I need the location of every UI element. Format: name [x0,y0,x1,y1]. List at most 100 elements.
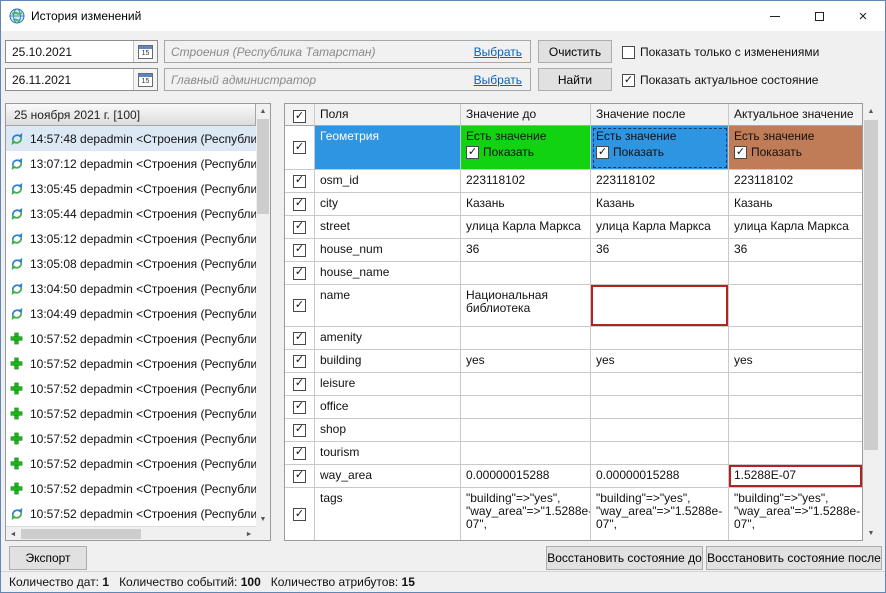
value-actual-cell[interactable] [729,262,862,285]
field-name-cell[interactable]: city [315,193,461,216]
minimize-button[interactable] [753,1,797,31]
geometry-after-cell[interactable]: Есть значение Показать [591,126,729,170]
scroll-left-icon[interactable]: ◄ [6,527,20,541]
scroll-up-icon[interactable]: ▲ [863,103,879,119]
events-date-header[interactable]: 25 ноября 2021 г. [100] [6,104,256,126]
field-name-cell[interactable]: house_num [315,239,461,262]
event-list-item[interactable]: 14:57:48 depadmin <Строения (Республика … [6,126,256,151]
event-list-item[interactable]: 13:05:44 depadmin <Строения (Республика … [6,201,256,226]
event-list-item[interactable]: 10:57:52 depadmin <Строения (Республика … [6,501,256,526]
value-actual-cell[interactable]: улица Карла Маркса [729,216,862,239]
value-after-cell[interactable]: Казань [591,193,729,216]
value-actual-cell[interactable] [729,327,862,350]
field-name-cell[interactable]: Геометрия [315,126,461,170]
value-after-cell[interactable] [591,285,729,327]
value-after-cell[interactable]: "building"=>"yes", "way_area"=>"1.5288e-… [591,488,729,541]
row-checkbox[interactable] [293,355,306,368]
event-list-item[interactable]: 13:05:45 depadmin <Строения (Республика … [6,176,256,201]
value-after-cell[interactable] [591,262,729,285]
value-actual-cell[interactable] [729,373,862,396]
event-list-item[interactable]: 10:57:52 depadmin <Строения (Республика … [6,476,256,501]
table-row-name[interactable]: nameНациональная библиотека [285,285,862,327]
event-list-item[interactable]: 10:57:52 depadmin <Строения (Республика … [6,426,256,451]
geometry-actual-cell[interactable]: Есть значение Показать [729,126,862,170]
value-after-cell[interactable] [591,373,729,396]
value-before-cell[interactable]: Казань [461,193,591,216]
column-header-before[interactable]: Значение до [461,104,591,126]
value-actual-cell[interactable]: Казань [729,193,862,216]
event-list-item[interactable]: 10:57:52 depadmin <Строения (Республика … [6,351,256,376]
events-vertical-scrollbar[interactable]: ▲ ▼ [256,104,270,526]
event-list-item[interactable]: 10:57:52 depadmin <Строения (Республика … [6,401,256,426]
field-name-cell[interactable]: shop [315,419,461,442]
scrollbar-thumb[interactable] [21,529,141,539]
row-checkbox[interactable] [293,470,306,483]
event-list-item[interactable]: 13:05:12 depadmin <Строения (Республика … [6,226,256,251]
table-row-city[interactable]: cityКазаньКазаньКазань [285,193,862,216]
value-after-cell[interactable] [591,419,729,442]
value-after-cell[interactable]: улица Карла Маркса [591,216,729,239]
only-changes-checkbox[interactable]: Показать только с изменениями [622,45,819,59]
value-actual-cell[interactable] [729,442,862,465]
value-actual-cell[interactable]: 1.5288E-07 [729,465,862,488]
user-select-link[interactable]: Выбрать [474,73,530,87]
value-before-cell[interactable]: yes [461,350,591,373]
scroll-down-icon[interactable]: ▼ [256,512,270,526]
field-name-cell[interactable]: leisure [315,373,461,396]
value-before-cell[interactable] [461,419,591,442]
value-before-cell[interactable] [461,442,591,465]
value-actual-cell[interactable] [729,419,862,442]
field-name-cell[interactable]: house_name [315,262,461,285]
value-before-cell[interactable]: 223118102 [461,170,591,193]
value-before-cell[interactable]: Национальная библиотека [461,285,591,327]
table-row-street[interactable]: street улица Карла Марксаулица Карла Марк… [285,216,862,239]
select-all-checkbox[interactable] [293,110,306,123]
value-before-cell[interactable] [461,262,591,285]
row-checkbox[interactable] [293,198,306,211]
row-checkbox[interactable] [293,424,306,437]
value-before-cell[interactable]: 0.00000015288 [461,465,591,488]
value-after-cell[interactable] [591,327,729,350]
table-row-office[interactable]: office [285,396,862,419]
restore-after-button[interactable]: Восстановить состояние после [706,546,882,570]
table-vertical-scrollbar[interactable]: ▲ ▼ [863,103,879,541]
row-checkbox[interactable] [293,267,306,280]
table-row-shop[interactable]: shop [285,419,862,442]
row-checkbox[interactable] [293,244,306,257]
field-name-cell[interactable]: street [315,216,461,239]
table-row-house_num[interactable]: house_num363636 [285,239,862,262]
field-name-cell[interactable]: name [315,285,461,327]
event-list-item[interactable]: 10:57:52 depadmin <Строения (Республика … [6,376,256,401]
show-geometry-after-checkbox[interactable]: Показать [596,146,724,159]
value-after-cell[interactable]: 223118102 [591,170,729,193]
scrollbar-thumb[interactable] [864,120,878,450]
value-after-cell[interactable]: 36 [591,239,729,262]
value-actual-cell[interactable]: 223118102 [729,170,862,193]
table-row-leisure[interactable]: leisure [285,373,862,396]
find-button[interactable]: Найти [538,68,612,91]
export-button[interactable]: Экспорт [9,546,87,570]
row-checkbox[interactable] [293,378,306,391]
show-geometry-actual-checkbox[interactable]: Показать [734,146,858,159]
row-checkbox[interactable] [293,299,306,312]
restore-before-button[interactable]: Восстановить состояние до [546,546,703,570]
date-from-field[interactable]: 25.10.2021 15 [5,40,158,63]
table-row-tourism[interactable]: tourism [285,442,862,465]
event-list-item[interactable]: 13:04:49 depadmin <Строения (Республика … [6,301,256,326]
value-actual-cell[interactable]: 36 [729,239,862,262]
table-row-way_area[interactable]: way_area0.000000152880.000000152881.5288… [285,465,862,488]
table-row-building[interactable]: buildingyesyesyes [285,350,862,373]
show-geometry-before-checkbox[interactable]: Показать [466,146,586,159]
date-from-calendar-button[interactable]: 15 [133,41,157,62]
actual-state-checkbox[interactable]: Показать актуальное состояние [622,73,818,87]
value-after-cell[interactable] [591,442,729,465]
field-name-cell[interactable]: tourism [315,442,461,465]
geometry-before-cell[interactable]: Есть значение Показать [461,126,591,170]
value-actual-cell[interactable] [729,396,862,419]
scroll-down-icon[interactable]: ▼ [863,525,879,541]
user-field[interactable]: Главный администратор Выбрать [164,68,531,91]
row-checkbox[interactable] [293,508,306,521]
events-horizontal-scrollbar[interactable]: ◄ ► [6,526,256,540]
row-checkbox[interactable] [293,221,306,234]
column-header-actual[interactable]: Актуальное значение [729,104,862,126]
